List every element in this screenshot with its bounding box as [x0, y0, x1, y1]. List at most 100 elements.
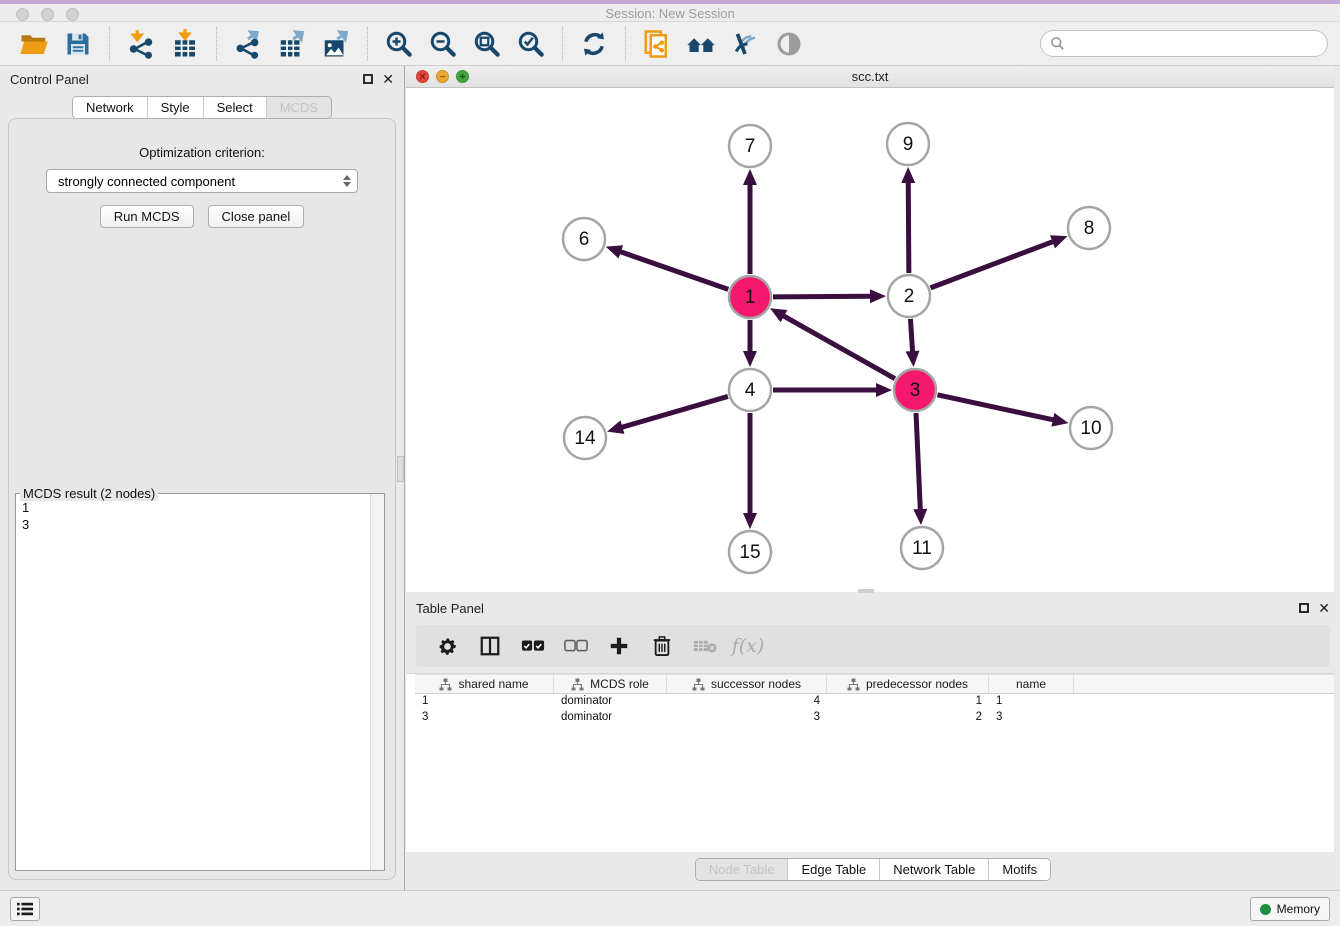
clone-network-button[interactable] — [640, 27, 674, 61]
table-row[interactable]: 1dominator411 — [415, 694, 1334, 710]
tab-network[interactable]: Network — [73, 97, 147, 118]
svg-text:2: 2 — [904, 286, 915, 307]
tab-style[interactable]: Style — [147, 97, 203, 118]
first-neighbors-button[interactable] — [684, 27, 718, 61]
table-settings-button[interactable] — [434, 633, 460, 659]
float-panel-icon[interactable] — [363, 74, 373, 84]
task-history-button[interactable] — [10, 897, 40, 921]
graph-node-9[interactable]: 9 — [887, 123, 929, 165]
column-label: predecessor nodes — [866, 677, 968, 691]
graph-node-14[interactable]: 14 — [564, 417, 606, 459]
graph-node-15[interactable]: 15 — [729, 531, 771, 573]
main-toolbar — [0, 22, 1340, 66]
tab-edge-table[interactable]: Edge Table — [787, 859, 879, 880]
export-table-button[interactable] — [275, 27, 309, 61]
vertical-splitter-handle[interactable] — [397, 456, 404, 482]
add-column-button[interactable] — [606, 633, 632, 659]
graph-edge-2-3[interactable] — [910, 319, 912, 352]
graph-node-3[interactable]: 3 — [894, 369, 936, 411]
network-window-titlebar[interactable]: ✕ − + scc.txt — [406, 66, 1334, 88]
graph-edge-2-9[interactable] — [908, 182, 909, 273]
export-image-button[interactable] — [319, 27, 353, 61]
network-canvas[interactable]: 7 9 6 8 1 2 4 3 14 10 15 11 — [406, 88, 1334, 592]
toolbar-separator — [625, 27, 626, 61]
run-mcds-button[interactable]: Run MCDS — [100, 205, 194, 228]
graph-edge-1-6[interactable] — [620, 252, 728, 290]
float-table-panel-icon[interactable] — [1299, 603, 1309, 613]
graph-node-1[interactable]: 1 — [729, 276, 771, 318]
zoom-fit-button[interactable] — [470, 27, 504, 61]
mcds-result-box: MCDS result (2 nodes) 1 3 — [15, 493, 385, 871]
tab-node-table[interactable]: Node Table — [696, 859, 788, 880]
delete-column-button[interactable] — [692, 633, 718, 659]
hide-graphics-icon — [730, 29, 760, 59]
svg-text:11: 11 — [912, 538, 932, 559]
table-cell: 4 — [667, 694, 827, 710]
column-header-successor-nodes[interactable]: successor nodes — [667, 675, 827, 693]
select-stepper-icon — [343, 175, 351, 187]
graph-edge-3-11[interactable] — [916, 413, 920, 510]
zoom-in-button[interactable] — [382, 27, 416, 61]
search-icon — [1050, 36, 1065, 51]
column-header-MCDS-role[interactable]: MCDS role — [554, 675, 667, 693]
zoom-out-button[interactable] — [426, 27, 460, 61]
select-all-button[interactable] — [520, 633, 546, 659]
delete-button[interactable] — [649, 633, 675, 659]
function-builder-button[interactable]: f(x) — [735, 633, 761, 659]
import-network-button[interactable] — [124, 27, 158, 61]
hierarchy-icon — [439, 678, 452, 691]
table-tabs: Node Table Edge Table Network Table Moti… — [695, 858, 1051, 881]
tab-network-table[interactable]: Network Table — [879, 859, 988, 880]
save-session-button[interactable] — [61, 27, 95, 61]
graph-edge-2-8[interactable] — [931, 241, 1054, 287]
svg-text:4: 4 — [745, 380, 756, 401]
refresh-icon — [580, 30, 608, 58]
show-graphics-button[interactable] — [772, 27, 806, 61]
open-session-button[interactable] — [17, 27, 51, 61]
houses-icon — [685, 29, 717, 59]
close-panel-icon[interactable]: ✕ — [382, 74, 394, 84]
optimization-criterion-select[interactable]: strongly connected component — [46, 169, 358, 193]
search-field[interactable] — [1040, 30, 1328, 57]
hide-graphics-button[interactable] — [728, 27, 762, 61]
result-scrollbar[interactable] — [370, 494, 384, 870]
trash-icon — [652, 635, 672, 657]
split-table-button[interactable] — [477, 633, 503, 659]
memory-button[interactable]: Memory — [1250, 897, 1330, 921]
table-cell: 1 — [415, 694, 554, 710]
graph-node-11[interactable]: 11 — [901, 527, 943, 569]
toolbar-separator — [367, 27, 368, 61]
graph-node-8[interactable]: 8 — [1068, 207, 1110, 249]
graph-node-6[interactable]: 6 — [563, 218, 605, 260]
clear-selection-button[interactable] — [563, 633, 589, 659]
graph-edge-3-10[interactable] — [937, 395, 1053, 420]
close-panel-button[interactable]: Close panel — [208, 205, 305, 228]
import-table-button[interactable] — [168, 27, 202, 61]
search-input[interactable] — [1071, 36, 1318, 51]
tab-motifs[interactable]: Motifs — [988, 859, 1050, 880]
refresh-button[interactable] — [577, 27, 611, 61]
node-table: shared nameMCDS rolesuccessor nodes prede… — [406, 673, 1334, 852]
column-header-shared-name[interactable]: shared name — [415, 675, 554, 693]
export-network-icon — [233, 29, 263, 59]
tab-mcds[interactable]: MCDS — [266, 97, 331, 118]
table-cell: dominator — [554, 710, 667, 726]
graph-node-4[interactable]: 4 — [729, 369, 771, 411]
tab-select[interactable]: Select — [203, 97, 266, 118]
graph-edge-3-1[interactable] — [783, 316, 895, 379]
column-header-name[interactable]: name — [989, 675, 1074, 693]
graph-edge-4-14[interactable] — [621, 396, 727, 427]
horizontal-splitter-handle[interactable] — [858, 589, 874, 593]
graph-node-10[interactable]: 10 — [1070, 407, 1112, 449]
import-network-icon — [126, 29, 156, 59]
table-row[interactable]: 3dominator323 — [415, 710, 1334, 726]
window-title: Session: New Session — [0, 6, 1340, 21]
network-graph: 7 9 6 8 1 2 4 3 14 10 15 11 — [406, 88, 1334, 592]
column-header-predecessor-nodes[interactable]: predecessor nodes — [827, 675, 989, 693]
graph-node-7[interactable]: 7 — [729, 125, 771, 167]
zoom-selected-button[interactable] — [514, 27, 548, 61]
export-network-button[interactable] — [231, 27, 265, 61]
close-table-panel-icon[interactable]: ✕ — [1318, 603, 1330, 613]
graph-edge-1-2[interactable] — [773, 296, 871, 297]
graph-node-2[interactable]: 2 — [888, 275, 930, 317]
